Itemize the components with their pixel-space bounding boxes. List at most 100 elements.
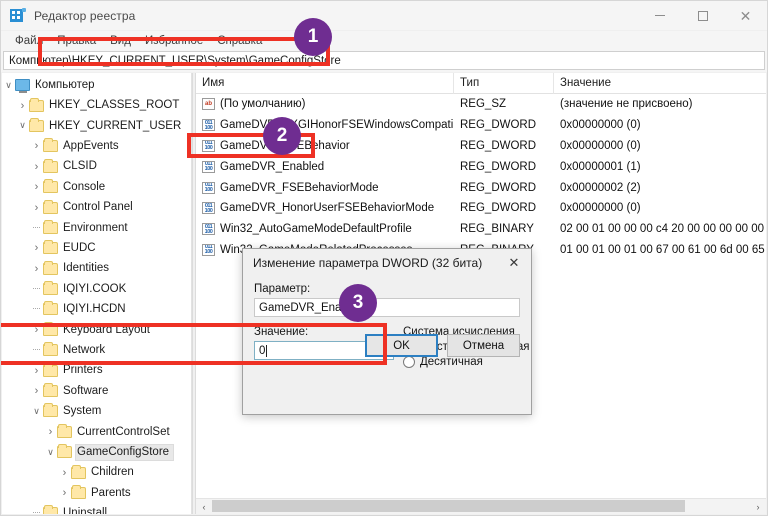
chevron-right-icon[interactable] bbox=[44, 426, 57, 438]
tree-item-keyboard-layout[interactable]: Keyboard Layout bbox=[2, 320, 191, 340]
chevron-right-icon[interactable] bbox=[58, 487, 71, 499]
value-input-text: 0 bbox=[259, 344, 266, 357]
cell-value: 0x00000002 (2) bbox=[560, 181, 641, 194]
folder-icon bbox=[43, 158, 58, 173]
chevron-down-icon[interactable] bbox=[16, 120, 29, 131]
scroll-right-button[interactable]: › bbox=[750, 499, 766, 514]
cancel-button[interactable]: Отмена bbox=[447, 334, 520, 357]
chevron-right-icon[interactable] bbox=[30, 365, 43, 377]
menu-item-file[interactable]: Файл bbox=[8, 35, 50, 47]
tree-item-console[interactable]: Console bbox=[2, 177, 191, 197]
scroll-track[interactable] bbox=[212, 499, 750, 514]
menu-item-help[interactable]: Справка bbox=[210, 35, 269, 47]
dialog-close-icon[interactable]: ✕ bbox=[497, 249, 531, 277]
tree-leaf-marker[interactable] bbox=[30, 227, 43, 229]
tree-leaf-marker[interactable] bbox=[30, 308, 43, 310]
chevron-right-icon[interactable] bbox=[30, 385, 43, 397]
binary-value-icon: 011 100 bbox=[202, 223, 215, 236]
folder-icon bbox=[43, 281, 58, 296]
tree-item-hkey-current-user[interactable]: HKEY_CURRENT_USER bbox=[2, 116, 191, 136]
tree-item-system[interactable]: System bbox=[2, 401, 191, 421]
tree-item-gameconfigstore[interactable]: GameConfigStore bbox=[2, 442, 191, 462]
tree-item-control-panel[interactable]: Control Panel bbox=[2, 197, 191, 217]
table-row[interactable]: 011 100 GameDVR_HonorUserFSEBehaviorMode RE… bbox=[196, 198, 766, 219]
tree-item-printers[interactable]: Printers bbox=[2, 360, 191, 380]
chevron-right-icon[interactable] bbox=[30, 242, 43, 254]
tree-item-label: Keyboard Layout bbox=[63, 323, 150, 336]
cell-value: 0x00000000 (0) bbox=[560, 119, 641, 132]
address-input[interactable]: Компьютер\HKEY_CURRENT_USER\System\GameC… bbox=[3, 51, 765, 70]
horizontal-scrollbar[interactable]: ‹ › bbox=[196, 498, 766, 514]
chevron-right-icon[interactable] bbox=[30, 202, 43, 214]
tree-leaf-marker[interactable] bbox=[30, 349, 43, 351]
maximize-button[interactable] bbox=[681, 1, 724, 31]
menu-item-favorites[interactable]: Избранное bbox=[138, 35, 210, 47]
chevron-right-icon[interactable] bbox=[30, 181, 43, 193]
folder-icon bbox=[43, 321, 58, 336]
close-button[interactable]: ✕ bbox=[724, 1, 767, 31]
chevron-right-icon[interactable] bbox=[16, 100, 29, 112]
minimize-button[interactable] bbox=[638, 1, 681, 31]
tree-item--[interactable]: Компьютер bbox=[2, 75, 191, 95]
scroll-thumb[interactable] bbox=[212, 500, 686, 512]
menu-item-view[interactable]: Вид bbox=[103, 35, 138, 47]
folder-icon bbox=[43, 219, 58, 234]
chevron-right-icon[interactable] bbox=[30, 140, 43, 152]
table-row[interactable]: 011 100 GameDVR_Enabled REG_DWORD 0x00000001… bbox=[196, 156, 766, 177]
tree-leaf-marker[interactable] bbox=[30, 512, 43, 514]
tree-item-clsid[interactable]: CLSID bbox=[2, 157, 191, 177]
cell-name: 011 100 GameDVR_Enabled bbox=[196, 160, 454, 173]
column-header-type[interactable]: Тип bbox=[454, 73, 554, 94]
tree-item-children[interactable]: Children bbox=[2, 462, 191, 482]
chevron-down-icon[interactable] bbox=[2, 80, 15, 91]
registry-tree: Компьютер HKEY_CLASSES_ROOT HKEY_CURRENT_U… bbox=[2, 73, 191, 514]
chevron-down-icon[interactable] bbox=[44, 447, 57, 458]
tree-item-iqiyi-cook[interactable]: IQIYI.COOK bbox=[2, 279, 191, 299]
tree-item-environment[interactable]: Environment bbox=[2, 218, 191, 238]
registry-tree-pane[interactable]: Компьютер HKEY_CLASSES_ROOT HKEY_CURRENT_U… bbox=[2, 73, 192, 514]
tree-item-eudc[interactable]: EUDC bbox=[2, 238, 191, 258]
tree-item-iqiyi-hcdn[interactable]: IQIYI.HCDN bbox=[2, 299, 191, 319]
tree-item-network[interactable]: Network bbox=[2, 340, 191, 360]
dialog-body: Параметр: GameDVR_Enabled Значение: 0 Си… bbox=[243, 277, 531, 368]
tree-item-identities[interactable]: Identities bbox=[2, 259, 191, 279]
folder-icon bbox=[29, 97, 44, 112]
tree-leaf-marker[interactable] bbox=[30, 288, 43, 290]
radio-decimal-icon[interactable] bbox=[403, 356, 415, 368]
dialog-title-bar: Изменение параметра DWORD (32 бита) ✕ bbox=[243, 249, 531, 277]
tree-item-currentcontrolset[interactable]: CurrentControlSet bbox=[2, 422, 191, 442]
column-header-name[interactable]: Имя bbox=[196, 73, 454, 94]
value-name-text: Win32_AutoGameModeDefaultProfile bbox=[220, 223, 412, 236]
string-value-icon: ab bbox=[202, 98, 215, 111]
chevron-right-icon[interactable] bbox=[30, 263, 43, 275]
tree-item-software[interactable]: Software bbox=[2, 381, 191, 401]
tree-item-label: EUDC bbox=[63, 242, 96, 254]
param-name-field[interactable]: GameDVR_Enabled bbox=[254, 298, 520, 317]
table-row[interactable]: ab (По умолчанию) REG_SZ (значение не присв… bbox=[196, 94, 766, 115]
scroll-left-button[interactable]: ‹ bbox=[196, 499, 212, 514]
binary-value-icon: 011 100 bbox=[202, 202, 215, 215]
tree-item-hkey-classes-root[interactable]: HKEY_CLASSES_ROOT bbox=[2, 95, 191, 115]
table-row[interactable]: 011 100 Win32_AutoGameModeDefaultProfile RE… bbox=[196, 219, 766, 240]
table-row[interactable]: 011 100 GameDVR_FSEBehaviorMode REG_DWORD 0x… bbox=[196, 177, 766, 198]
step-badge-3: 3 bbox=[339, 284, 377, 322]
menu-item-edit[interactable]: Правка bbox=[50, 35, 103, 47]
chevron-down-icon[interactable] bbox=[30, 406, 43, 417]
column-header-value[interactable]: Значение bbox=[554, 73, 766, 94]
chevron-right-icon[interactable] bbox=[58, 467, 71, 479]
folder-icon bbox=[71, 464, 86, 479]
ok-button[interactable]: OK bbox=[365, 334, 438, 357]
chevron-right-icon[interactable] bbox=[30, 324, 43, 336]
cell-type: REG_SZ bbox=[460, 98, 507, 111]
cell-type: REG_BINARY bbox=[460, 223, 534, 236]
tree-item-label: Children bbox=[91, 466, 134, 479]
tree-item-appevents[interactable]: AppEvents bbox=[2, 136, 191, 156]
tree-item-uninstall[interactable]: Uninstall bbox=[2, 503, 191, 514]
tree-item-parents[interactable]: Parents bbox=[2, 483, 191, 503]
radio-decimal[interactable]: Десятичная bbox=[403, 356, 529, 368]
tree-item-label: Control Panel bbox=[63, 201, 133, 214]
binary-value-icon: 011 100 bbox=[202, 119, 215, 132]
chevron-right-icon[interactable] bbox=[30, 161, 43, 173]
tree-item-label: Environment bbox=[63, 221, 128, 234]
cell-type: REG_DWORD bbox=[460, 119, 537, 132]
